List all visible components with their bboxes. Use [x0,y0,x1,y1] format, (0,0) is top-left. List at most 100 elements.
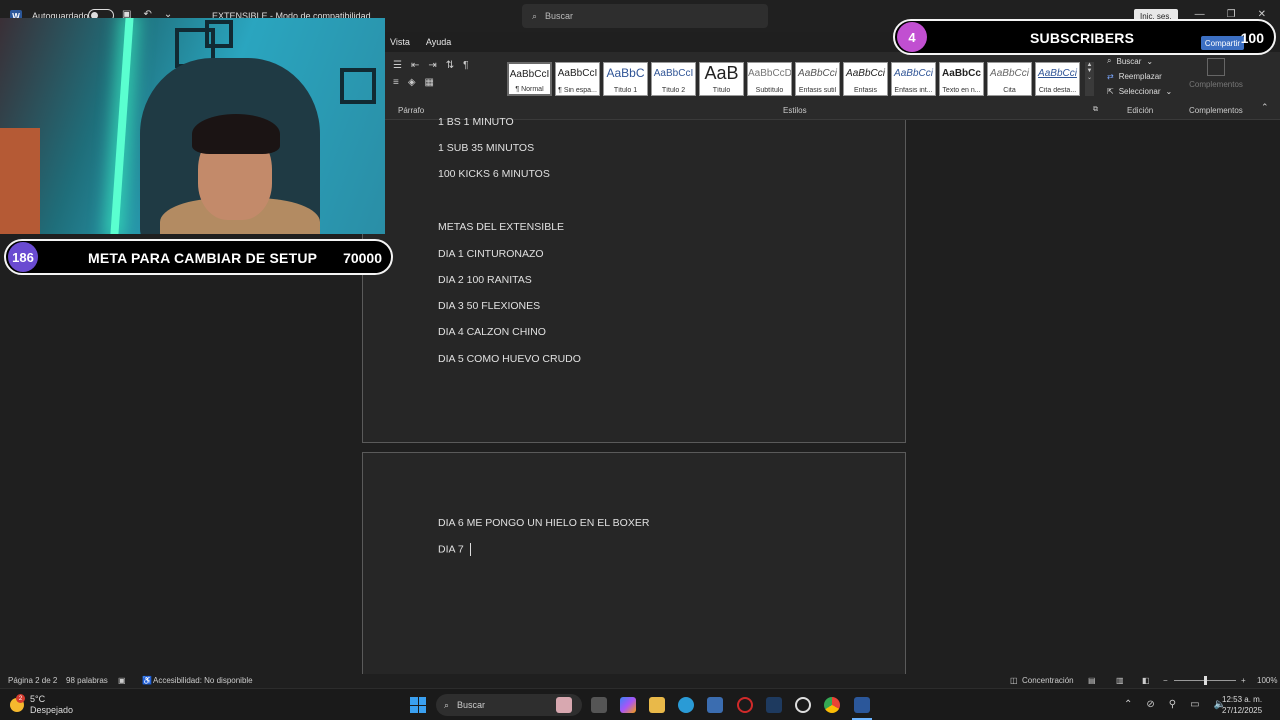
line-spacing-icon[interactable]: ≡ [393,77,399,88]
style-emphasis[interactable]: AaBbCci Énfasis [843,62,888,96]
subscribers-goal: 100 [1240,30,1264,46]
style-label: Título 1 [613,87,638,94]
display-icon[interactable]: ▭ [1190,699,1199,710]
style-label: Texto en n... [942,87,981,94]
read-mode-icon[interactable]: ▤ [1088,676,1096,685]
tab-ayuda[interactable]: Ayuda [426,37,451,47]
style-label: ¶ Normal [515,86,544,93]
style-title[interactable]: AaB Título [699,62,744,96]
chrome-icon[interactable] [824,697,840,713]
accessibility-status[interactable]: Accesibilidad: No disponible [153,676,253,685]
doc-line: 1 BS 1 MINUTO [438,116,514,128]
copilot-icon[interactable] [620,697,636,713]
zoom-level[interactable]: 100% [1257,676,1277,685]
doc-line: DIA 5 COMO HUEVO CRUDO [438,353,581,365]
edge-icon[interactable] [678,697,694,713]
complements-button[interactable]: Complementos [1185,58,1247,89]
mic-icon[interactable]: ⚲ [1169,699,1176,710]
search-icon: ⌕ [444,699,450,710]
file-explorer-icon[interactable] [649,697,665,713]
select-icon: ⇱ [1107,87,1114,96]
style-preview: AaBbC [606,66,645,80]
ribbon: ☰ ⇤ ⇥ ⇅ ¶ ≡ ◈ ▦ Párrafo AaBbCcI ¶ Normal … [385,52,1280,120]
complements-button-label: Complementos [1189,80,1243,89]
ribbon-tabs: Vista Ayuda [390,32,451,52]
doc-line: DIA 2 100 RANITAS [438,274,532,286]
share-button[interactable]: Compartir [1200,36,1244,50]
opera-icon[interactable] [737,697,753,713]
doc-line: 1 SUB 35 MINUTOS [438,142,535,154]
replace-button[interactable]: ⇄ Reemplazar [1107,72,1172,81]
word-taskbar-icon[interactable] [854,697,870,713]
show-marks-icon[interactable]: ¶ [463,60,468,71]
focus-mode-button[interactable]: Concentración [1022,676,1074,685]
select-button[interactable]: ⇱ Seleccionar ⌄ [1107,87,1172,96]
document-page-1[interactable]: 1 BS 1 MINUTO 1 SUB 35 MINUTOS 100 KICKS… [362,116,906,443]
subscribers-title: SUBSCRIBERS [1030,30,1135,46]
style-label: Énfasis sutil [798,87,837,94]
webcam-wall-frame [205,20,233,48]
search-box[interactable]: ⌕ Buscar [522,4,768,28]
style-subtle-emphasis[interactable]: AaBbCci Énfasis sutil [795,62,840,96]
style-intense-quote[interactable]: AaBbCci Cita desta... [1035,62,1080,96]
increase-indent-icon[interactable]: ⇥ [428,60,436,71]
search-icon: ⌕ [532,10,538,21]
style-intense-emphasis[interactable]: AaBbCci Énfasis int... [891,62,936,96]
clock[interactable]: 12:53 a. m. 27/12/2025 [1222,694,1262,716]
decrease-indent-icon[interactable]: ⇤ [411,60,419,71]
style-heading-2[interactable]: AaBbCcI Título 2 [651,62,696,96]
task-view-icon[interactable] [591,697,607,713]
steam-icon[interactable] [766,697,782,713]
zoom-out-icon[interactable]: − [1163,676,1168,685]
style-no-spacing[interactable]: AaBbCcI ¶ Sin espa... [555,62,600,96]
style-strong[interactable]: AaBbCc Texto en n... [939,62,984,96]
start-button[interactable] [410,697,426,713]
obs-icon[interactable] [795,697,811,713]
mute-icon[interactable]: ⊘ [1146,699,1154,710]
weather-condition: Despejado [30,705,74,715]
chevron-down-icon: ⌄ [1146,56,1154,66]
zoom-slider-thumb[interactable] [1204,676,1207,685]
webcam-background-object [0,128,40,234]
edit-group: ⌕ Buscar ⌄ ⇄ Reemplazar ⇱ Seleccionar ⌄ [1107,56,1172,96]
tab-vista[interactable]: Vista [390,37,410,47]
weather-widget[interactable]: 2 5°C Despejado [10,694,73,716]
style-subtitle[interactable]: AaBbCcD Subtítulo [747,62,792,96]
doc-line: DIA 3 50 FLEXIONES [438,300,541,312]
gallery-scroll-arrows[interactable]: ▲ ▼ ⌄ [1085,62,1094,96]
status-bar: Página 2 de 2 98 palabras ▣ ♿ Accesibili… [0,674,1280,688]
multilevel-list-icon[interactable]: ☰ [393,60,402,71]
zoom-in-icon[interactable]: + [1241,676,1246,685]
print-layout-icon[interactable]: ▥ [1116,676,1124,685]
clock-date: 27/12/2025 [1222,706,1263,715]
style-normal[interactable]: AaBbCcI ¶ Normal [507,62,552,96]
subscribers-count: 4 [897,22,927,52]
collapse-ribbon-icon[interactable]: ⌃ [1261,102,1269,113]
select-label: Seleccionar [1118,87,1161,96]
borders-icon[interactable]: ▦ [425,77,434,88]
doc-line-text: DIA 7 [438,543,464,556]
search-placeholder: Buscar [545,11,574,21]
page-count[interactable]: Página 2 de 2 [8,676,57,685]
proofing-icon[interactable]: ▣ [118,676,126,685]
edit-group-label: Edición [1127,106,1154,115]
style-quote[interactable]: AaBbCci Cita [987,62,1032,96]
style-heading-1[interactable]: AaBbC Título 1 [603,62,648,96]
word-count[interactable]: 98 palabras [66,676,108,685]
chevron-down-icon: ⌄ [1165,87,1173,96]
search-icon: ⌕ [1107,56,1112,65]
web-layout-icon[interactable]: ◧ [1142,676,1150,685]
search-highlight-icon[interactable] [556,697,572,713]
styles-gallery: AaBbCcI ¶ Normal AaBbCcI ¶ Sin espa... AaB… [507,62,1080,96]
chevron-up-icon[interactable]: ⌃ [1124,699,1132,710]
styles-group-label: Estilos [783,106,807,115]
find-button[interactable]: ⌕ Buscar ⌄ [1107,56,1172,66]
styles-launcher-icon[interactable]: ⧉ [1093,106,1098,114]
store-icon[interactable] [707,697,723,713]
document-page-2[interactable]: DIA 6 ME PONGO UN HIELO EN EL BOXER DIA … [362,452,906,674]
shading-icon[interactable]: ◈ [408,77,416,88]
sort-icon[interactable]: ⇅ [446,60,454,71]
setup-goal-title: META PARA CAMBIAR DE SETUP [88,250,318,266]
taskbar: 2 5°C Despejado ⌕ Buscar ⌃ ⊘ ⚲ ▭ 🔈 12:53… [0,688,1280,720]
paragraph-group-label: Párrafo [398,106,425,115]
